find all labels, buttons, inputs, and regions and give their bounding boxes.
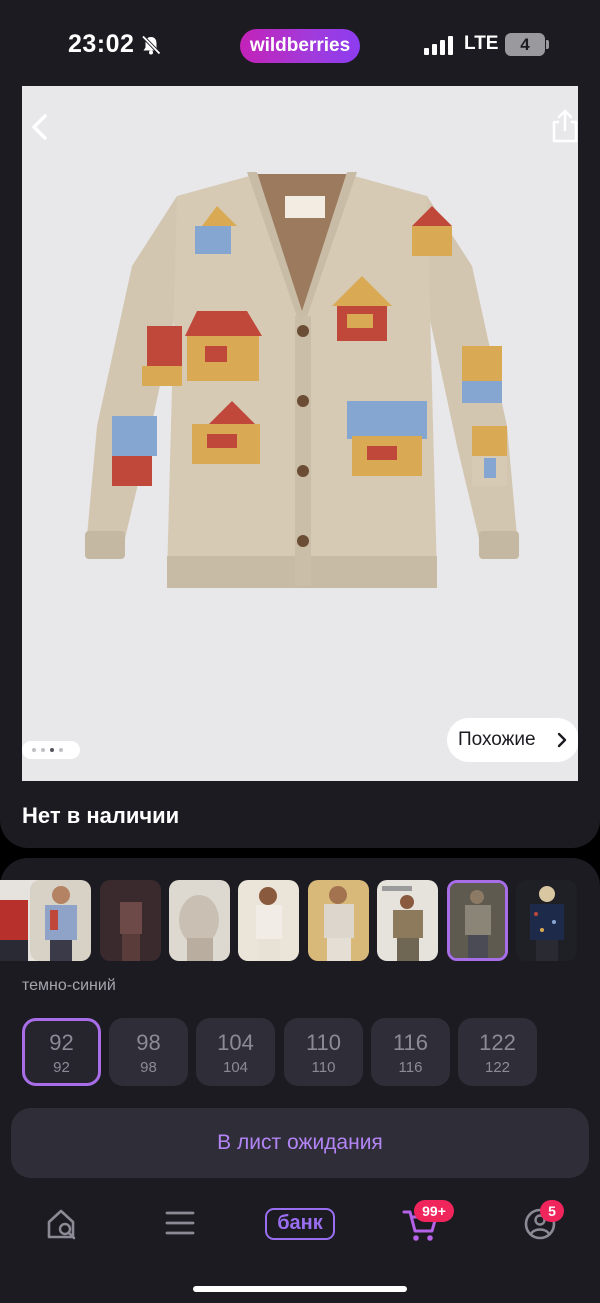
share-icon[interactable] (550, 108, 578, 144)
size-value: 122 (479, 1030, 516, 1055)
size-option-98[interactable]: 98 98 (109, 1018, 188, 1086)
gallery-page-indicator (22, 741, 80, 759)
network-type: LTE (464, 33, 499, 54)
similar-products-button[interactable]: Похожие (447, 718, 578, 762)
size-option-104[interactable]: 104 104 (196, 1018, 275, 1086)
availability-status: Нет в наличии (22, 803, 180, 828)
color-thumbnail[interactable] (30, 880, 91, 961)
color-thumbnail[interactable] (100, 880, 161, 961)
product-image-gallery[interactable]: Похожие (22, 86, 578, 781)
wildberries-logo[interactable]: wildberries (240, 29, 360, 63)
home-indicator (193, 1286, 407, 1292)
size-option-92[interactable]: 92 92 (22, 1018, 101, 1086)
battery-icon: 4 (505, 33, 545, 56)
size-ru-value: 116 (398, 1059, 423, 1076)
back-arrow-icon[interactable] (26, 112, 56, 142)
size-ru-value: 122 (484, 1059, 511, 1076)
size-option-122[interactable]: 122 122 (458, 1018, 537, 1086)
product-photo-cardigan (85, 172, 519, 588)
chevron-right-icon (557, 732, 567, 748)
size-value: 98 (136, 1030, 161, 1055)
color-thumbnail[interactable] (238, 880, 299, 961)
size-ru-value: 92 (53, 1059, 70, 1076)
bell-muted-icon (141, 35, 161, 55)
color-thumbnail[interactable] (308, 880, 369, 961)
selected-color-name: темно-синий (22, 977, 116, 994)
size-ru-value: 98 (140, 1059, 157, 1076)
color-thumbnail-selected[interactable] (447, 880, 508, 961)
size-option-110[interactable]: 110 110 (284, 1018, 363, 1086)
cart-badge: 99+ (414, 1200, 454, 1222)
size-value: 110 (305, 1030, 342, 1055)
status-time: 23:02 (68, 30, 135, 58)
status-bar: 23:02 wildberries LTE 4 (0, 0, 600, 88)
size-ru-value: 110 (311, 1059, 336, 1076)
waitlist-button[interactable]: В лист ожидания (11, 1108, 589, 1178)
color-thumbnail[interactable] (169, 880, 230, 961)
size-ru-value: 104 (222, 1059, 249, 1076)
size-value: 104 (217, 1030, 254, 1055)
similar-products-label: Похожие (458, 729, 536, 750)
size-value: 116 (392, 1030, 429, 1055)
size-value: 92 (49, 1030, 74, 1055)
product-card: Похожие Нет в наличии (0, 80, 600, 848)
size-option-116[interactable]: 116 116 (371, 1018, 450, 1086)
bank-button[interactable]: банк (265, 1208, 335, 1240)
profile-badge: 5 (540, 1200, 564, 1222)
color-thumbnail[interactable] (377, 880, 438, 961)
battery-tip (546, 40, 549, 49)
signal-bars-icon (424, 36, 453, 55)
options-panel: темно-синий 92 92 98 98 104 104 110 110 … (0, 858, 600, 1303)
color-thumbnail[interactable] (516, 880, 577, 961)
menu-icon[interactable] (164, 1198, 196, 1248)
home-search-icon[interactable] (44, 1198, 78, 1248)
